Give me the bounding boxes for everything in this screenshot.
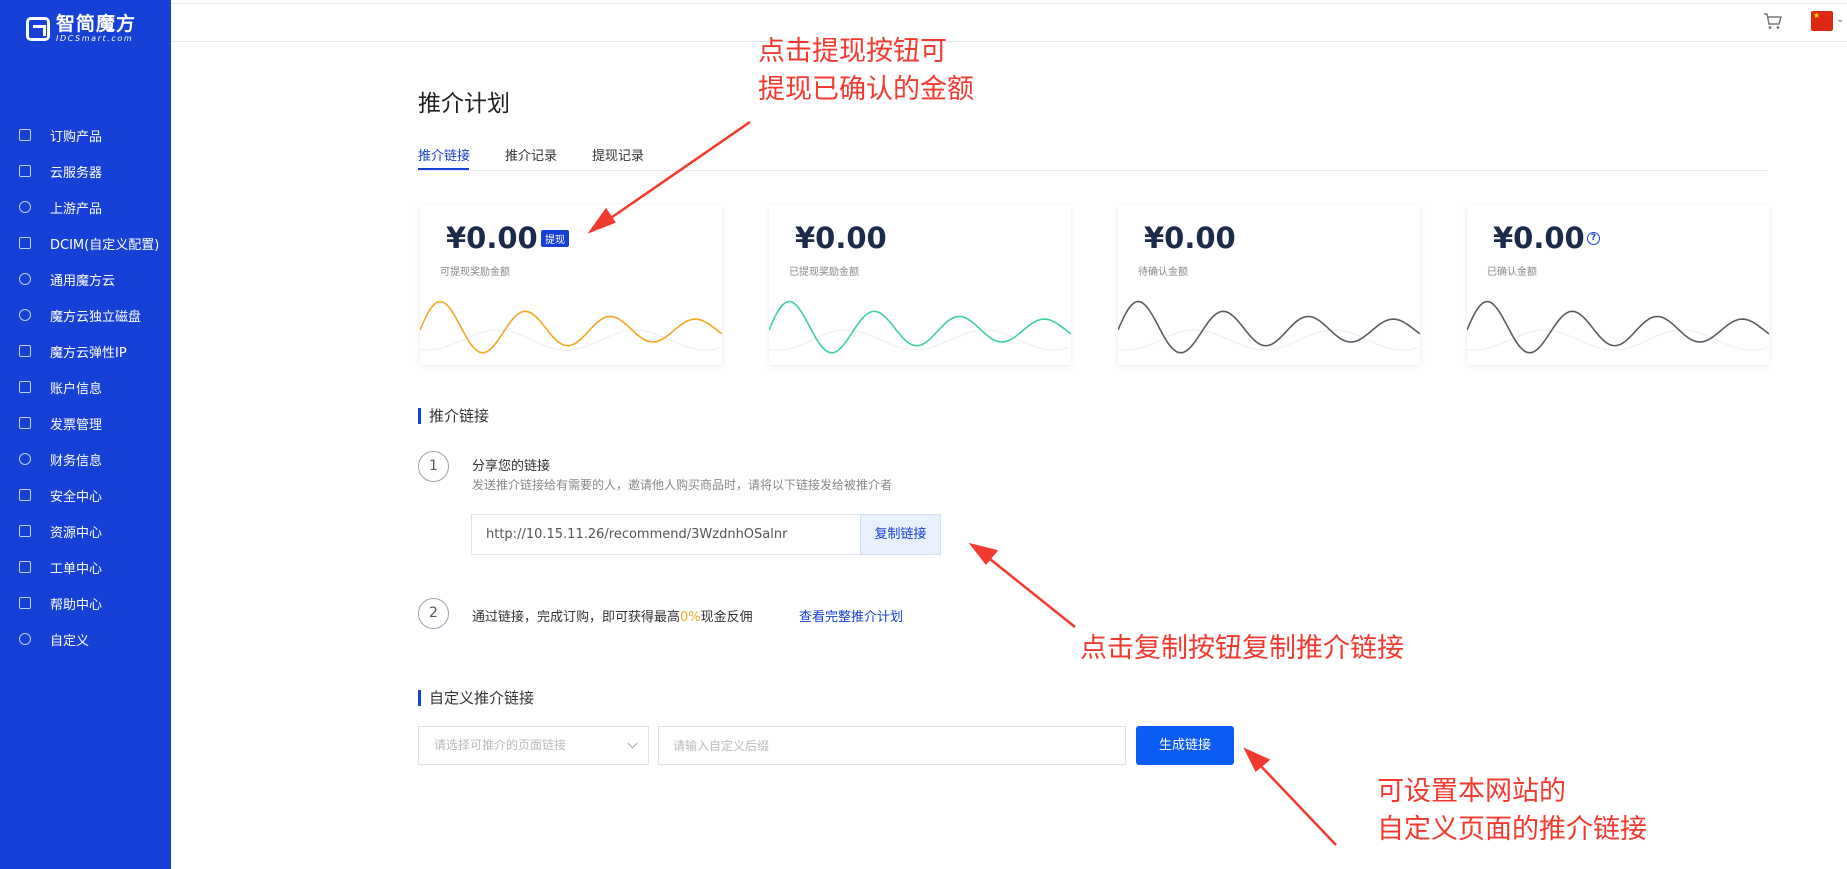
arrow-line — [984, 554, 1076, 628]
arrowhead — [587, 207, 616, 234]
arrow-line — [1257, 762, 1337, 846]
annotation-arrows — [587, 120, 1337, 846]
arrowhead — [1243, 747, 1271, 772]
arrow-line — [604, 120, 751, 224]
